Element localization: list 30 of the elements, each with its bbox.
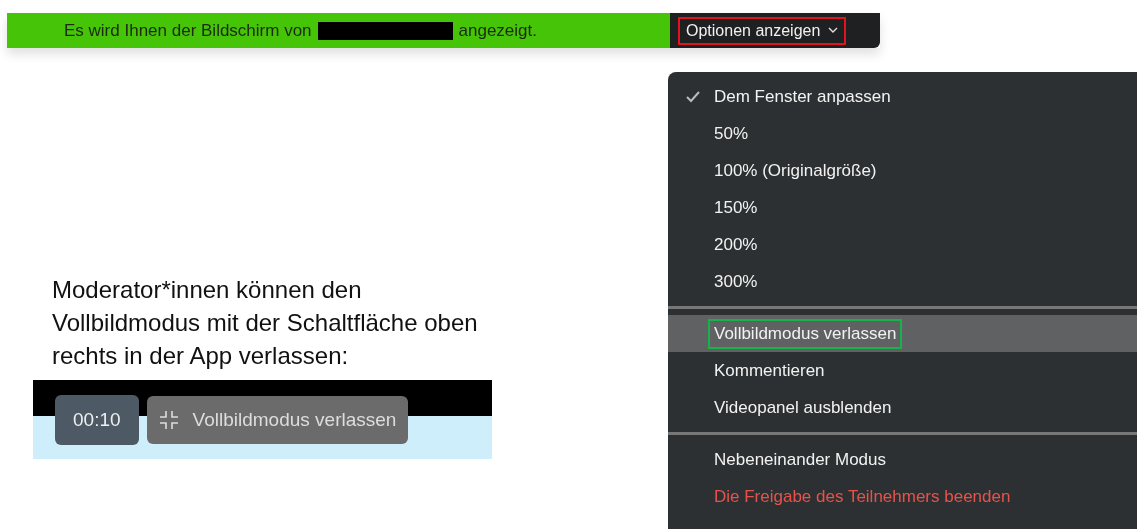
exit-fullscreen-button[interactable]: Vollbildmodus verlassen — [146, 395, 409, 444]
menu-item[interactable]: 200% — [668, 226, 1137, 263]
menu-item-label: Videopanel ausblenden — [713, 396, 893, 419]
menu-item-label: Dem Fenster anpassen — [713, 85, 892, 108]
caret-icon — [828, 27, 839, 34]
menu-item-label: Die Freigabe des Teilnehmers beenden — [713, 485, 1012, 508]
explanation-text: Moderator*innen können den Vollbildmodus mit der Schaltfläche oben rechts in der App verlassen: — [52, 275, 479, 371]
menu-item-label: 150% — [713, 196, 759, 219]
menu-item[interactable]: 150% — [668, 189, 1137, 226]
menu-item[interactable]: 50% — [668, 115, 1137, 152]
banner-text: angezeigt. — [458, 20, 537, 41]
menu-item-label: 200% — [713, 233, 759, 256]
menu-item[interactable]: 300% — [668, 263, 1137, 300]
menu-item[interactable]: Dem Fenster anpassen — [668, 78, 1137, 115]
menu-item[interactable]: 100% (Originalgröße) — [668, 152, 1137, 189]
collapse-icon — [158, 409, 179, 430]
menu-item-label: Kommentieren — [713, 359, 826, 382]
menu-item-label: 300% — [713, 270, 759, 293]
options-button[interactable]: Optionen anzeigen — [678, 16, 847, 45]
menu-item-label: Vollbildmodus verlassen — [708, 318, 903, 349]
menu-item[interactable]: Kommentieren — [668, 352, 1137, 389]
menu-item-label: 100% (Originalgröße) — [713, 159, 878, 182]
menu-item-label: Nebeneinander Modus — [713, 448, 887, 471]
menu-item[interactable]: Nebeneinander Modus — [668, 441, 1137, 478]
banner-text: Es wird Ihnen der Bildschirm von — [64, 20, 312, 41]
menu-item[interactable]: Vollbildmodus verlassen — [668, 315, 1137, 352]
menu-item-label: 50% — [713, 122, 750, 145]
menu-item[interactable]: Die Freigabe des Teilnehmers beenden — [668, 478, 1137, 515]
menu-item[interactable]: Videopanel ausblenden — [668, 389, 1137, 426]
timer: 00:10 — [55, 394, 139, 445]
